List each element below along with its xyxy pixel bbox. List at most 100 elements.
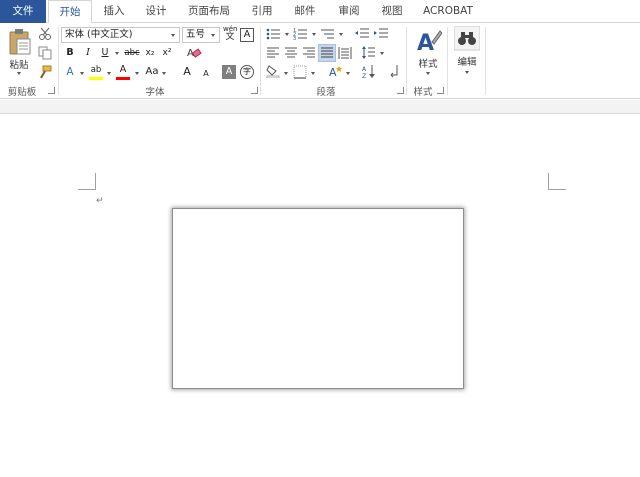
clipboard-group-label: 剪贴板 xyxy=(7,87,37,98)
bullets-dropdown-icon[interactable] xyxy=(285,33,289,36)
cut-icon[interactable] xyxy=(38,27,52,41)
svg-text:A: A xyxy=(417,31,434,54)
tab-acrobat[interactable]: ACROBAT xyxy=(420,0,476,23)
font-color-dropdown-icon[interactable] xyxy=(135,72,139,75)
styles-launcher-icon[interactable] xyxy=(437,87,444,94)
bold-button[interactable]: B xyxy=(63,46,77,60)
bullets-icon[interactable] xyxy=(266,27,282,41)
paragraph-group-label: 段落 xyxy=(316,87,336,98)
editing-button[interactable]: 编辑 xyxy=(451,54,483,68)
ribbon-tab-bar: 文件 开始 插入 设计 页面布局 引用 邮件 审阅 视图 ACROBAT xyxy=(0,0,640,24)
shrink-font-button[interactable]: A xyxy=(199,67,213,81)
font-color-button[interactable]: A xyxy=(116,63,130,77)
align-center-icon[interactable] xyxy=(284,47,298,59)
sort-icon[interactable]: AZ xyxy=(362,64,376,80)
align-left-icon[interactable] xyxy=(266,47,280,59)
copy-icon[interactable] xyxy=(38,46,52,60)
line-spacing-dropdown-icon[interactable] xyxy=(380,52,384,55)
svg-text:A: A xyxy=(329,66,337,79)
font-size-combo[interactable]: 五号 xyxy=(182,27,220,43)
tab-review[interactable]: 审阅 xyxy=(334,0,364,23)
font-color-swatch xyxy=(116,77,130,80)
underline-button[interactable]: U xyxy=(98,46,112,60)
character-shading-button[interactable]: A xyxy=(222,65,236,79)
format-painter-icon[interactable] xyxy=(38,65,52,79)
group-divider xyxy=(447,27,448,95)
font-name-combo[interactable]: 宋体 (中文正文) xyxy=(61,27,180,43)
styles-button[interactable]: 样式 xyxy=(412,56,444,70)
tab-design[interactable]: 设计 xyxy=(141,0,171,23)
increase-indent-icon[interactable] xyxy=(373,27,389,41)
numbering-dropdown-icon[interactable] xyxy=(312,33,316,36)
margin-corner-top-left xyxy=(78,173,96,190)
font-name-value: 宋体 (中文正文) xyxy=(65,29,133,40)
tab-layout[interactable]: 页面布局 xyxy=(185,0,233,23)
decrease-indent-icon[interactable] xyxy=(354,27,370,41)
underline-dropdown-icon[interactable] xyxy=(115,52,119,55)
tab-home[interactable]: 开始 xyxy=(48,0,92,24)
paste-dropdown-icon[interactable] xyxy=(17,72,21,75)
font-launcher-icon[interactable] xyxy=(251,87,258,94)
group-divider xyxy=(260,27,261,95)
svg-text:A: A xyxy=(362,66,367,73)
font-group-label: 字体 xyxy=(145,87,165,98)
show-marks-icon[interactable] xyxy=(388,64,400,78)
character-border-button[interactable]: A xyxy=(240,28,254,42)
styles-icon[interactable]: A xyxy=(416,28,442,54)
italic-button[interactable]: I xyxy=(81,46,95,60)
clipboard-launcher-icon[interactable] xyxy=(48,87,55,94)
highlight-button[interactable]: ab xyxy=(89,63,103,77)
line-spacing-icon[interactable] xyxy=(362,46,376,60)
styles-dropdown-icon[interactable] xyxy=(426,72,430,75)
chevron-down-icon xyxy=(211,34,215,37)
multilevel-list-icon[interactable] xyxy=(320,27,336,41)
styles-group-label: 样式 xyxy=(413,87,433,98)
ruler-bar xyxy=(0,100,640,114)
paragraph-mark: ↵ xyxy=(96,196,104,206)
tab-file[interactable]: 文件 xyxy=(0,0,46,23)
paste-button[interactable]: 粘贴 xyxy=(4,57,34,71)
binoculars-icon[interactable] xyxy=(454,26,480,52)
highlight-dropdown-icon[interactable] xyxy=(107,72,111,75)
borders-dropdown-icon[interactable] xyxy=(311,72,315,75)
strikethrough-button[interactable]: abc xyxy=(123,46,141,60)
paragraph-launcher-icon[interactable] xyxy=(397,87,404,94)
chevron-down-icon xyxy=(171,34,175,37)
text-effects-button[interactable]: A xyxy=(63,65,77,79)
margin-corner-top-right xyxy=(548,173,566,190)
shading-dropdown-icon[interactable] xyxy=(284,72,288,75)
shading-icon[interactable] xyxy=(266,64,280,78)
change-case-button[interactable]: Aa xyxy=(144,65,160,79)
phonetic-guide-button[interactable]: wén 文 xyxy=(223,25,237,42)
subscript-button[interactable]: x₂ xyxy=(143,46,157,60)
justify-icon[interactable] xyxy=(318,44,336,62)
clear-formatting-icon[interactable]: A xyxy=(186,45,202,61)
tab-view[interactable]: 视图 xyxy=(377,0,407,23)
ribbon: 粘贴 剪贴板 宋体 (中文正文) 五号 wén 文 A B I U abc x₂… xyxy=(0,23,640,99)
enclose-characters-button[interactable]: 字 xyxy=(240,65,254,79)
paste-icon[interactable] xyxy=(8,28,32,56)
chinese-layout-dropdown-icon[interactable] xyxy=(346,72,350,75)
text-box[interactable] xyxy=(172,208,464,389)
align-right-icon[interactable] xyxy=(302,47,316,59)
svg-text:3: 3 xyxy=(293,36,296,41)
editing-dropdown-icon[interactable] xyxy=(465,71,469,74)
superscript-button[interactable]: x² xyxy=(160,46,174,60)
tab-insert[interactable]: 插入 xyxy=(99,0,129,23)
text-effects-dropdown-icon[interactable] xyxy=(80,72,84,75)
phonetic-guide-char: 文 xyxy=(225,32,235,42)
tab-mailings[interactable]: 邮件 xyxy=(290,0,320,23)
multilevel-dropdown-icon[interactable] xyxy=(339,33,343,36)
tab-references[interactable]: 引用 xyxy=(247,0,277,23)
numbering-icon[interactable]: 123 xyxy=(293,27,309,41)
distributed-icon[interactable] xyxy=(338,47,352,59)
chinese-layout-icon[interactable]: A xyxy=(328,64,344,80)
group-divider xyxy=(58,27,59,95)
change-case-dropdown-icon[interactable] xyxy=(162,72,166,75)
highlight-color-swatch xyxy=(89,77,103,80)
group-divider xyxy=(485,27,486,95)
borders-icon[interactable] xyxy=(293,65,307,79)
svg-text:Z: Z xyxy=(362,73,366,80)
grow-font-button[interactable]: A xyxy=(180,65,194,79)
font-size-value: 五号 xyxy=(186,29,206,40)
